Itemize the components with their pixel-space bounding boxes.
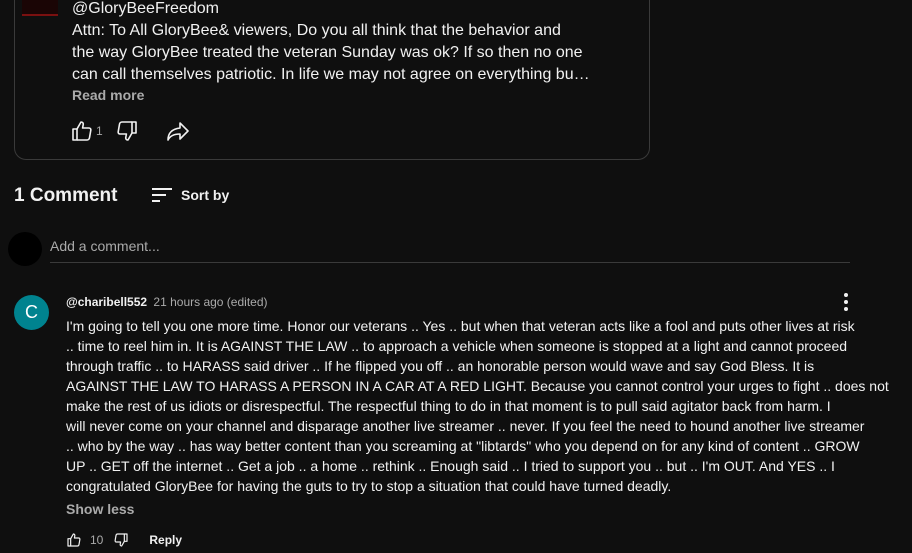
comment-meta: @charibell552 21 hours ago (edited) <box>66 295 268 309</box>
comment-text-line: make the rest of us idiots or disrespect… <box>66 398 831 414</box>
add-comment-input[interactable]: Add a comment... <box>50 236 850 263</box>
share-icon[interactable] <box>165 119 191 143</box>
thumbs-up-icon[interactable] <box>66 532 82 548</box>
post-text-line: Attn: To All GloryBee& viewers, Do you a… <box>72 22 561 39</box>
more-actions-icon[interactable] <box>838 292 854 312</box>
reply-button[interactable]: Reply <box>149 533 182 547</box>
post-text: Attn: To All GloryBee& viewers, Do you a… <box>72 20 602 86</box>
comment-text: I'm going to tell you one more time. Hon… <box>66 316 889 496</box>
comment-text-line: AGAINST THE LAW TO HARASS A PERSON IN A … <box>66 378 889 394</box>
comment-text-line: .. time to reel him in. It is AGAINST TH… <box>66 338 848 354</box>
comment-text-line: congratulated GloryBee for having the gu… <box>66 478 672 494</box>
comments-count: 1 Comment <box>14 185 118 206</box>
comment-text-line: .. who by the way .. has way better cont… <box>66 438 860 454</box>
comment-text-line: through traffic .. to HARASS said driver… <box>66 358 815 374</box>
thumbs-down-icon[interactable] <box>115 119 139 143</box>
comment-author-name[interactable]: @charibell552 <box>66 295 147 309</box>
current-user-avatar <box>8 232 42 266</box>
comment-actions: 10 Reply <box>66 530 182 550</box>
sort-icon <box>151 185 173 205</box>
comment-text-line: will never come on your channel and disp… <box>66 418 865 434</box>
post-actions: 1 <box>70 118 191 144</box>
post-text-line: can call themselves patriotic. In life w… <box>72 66 590 83</box>
comments-header: 1 Comment <box>14 185 117 207</box>
post-author-avatar[interactable] <box>22 0 58 16</box>
comment-text-line: UP .. GET off the internet .. Get a job … <box>66 458 835 474</box>
sort-by-label: Sort by <box>181 187 230 203</box>
thumbs-down-icon[interactable] <box>113 532 129 548</box>
post-like-count: 1 <box>96 124 103 138</box>
post-text-line: the way GloryBee treated the veteran Sun… <box>72 44 583 61</box>
sort-by-button[interactable]: Sort by <box>151 185 229 205</box>
comment-like-count: 10 <box>90 533 104 547</box>
comment-author-avatar[interactable]: C <box>14 295 49 330</box>
thumbs-up-icon[interactable] <box>70 119 94 143</box>
post-author-name[interactable]: @GloryBeeFreedom <box>72 0 219 20</box>
comment-timestamp[interactable]: 21 hours ago (edited) <box>153 295 267 309</box>
read-more-link[interactable]: Read more <box>72 87 144 103</box>
show-less-link[interactable]: Show less <box>66 501 134 517</box>
comment-text-line: I'm going to tell you one more time. Hon… <box>66 318 855 334</box>
